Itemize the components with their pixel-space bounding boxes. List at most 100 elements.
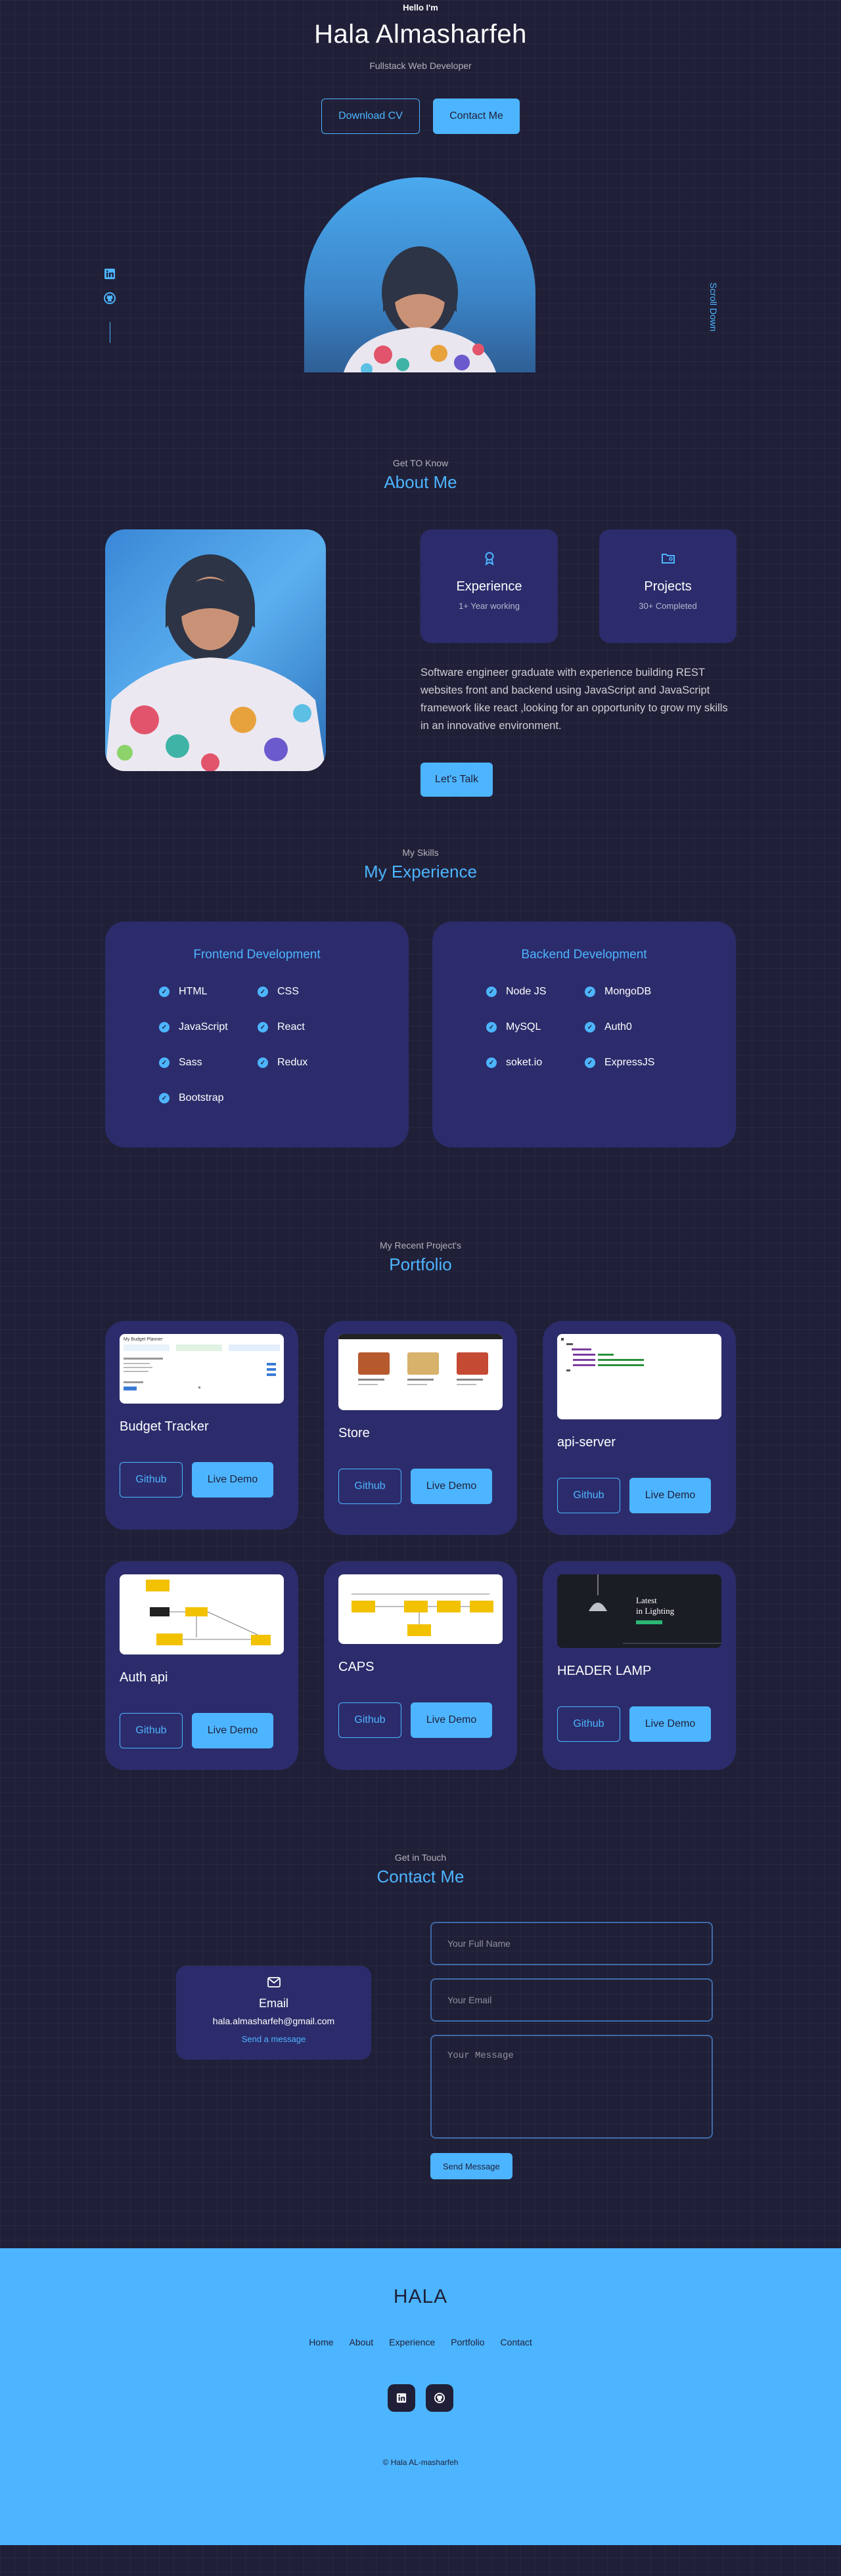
mail-icon [267, 1977, 281, 1988]
check-icon: ✓ [159, 987, 170, 997]
footer-logo[interactable]: HALA [0, 2286, 841, 2308]
download-cv-button[interactable]: Download CV [321, 99, 420, 134]
experience-card-title: Experience [456, 579, 522, 594]
about-title: About Me [384, 472, 457, 492]
experience-card-sub: 1+ Year working [459, 601, 520, 611]
check-icon: ✓ [258, 987, 268, 997]
github-icon[interactable] [104, 292, 116, 307]
project-thumbnail: My Budget Planner [120, 1334, 284, 1404]
github-button[interactable]: Github [557, 1478, 620, 1513]
skill-label: Auth0 [604, 1021, 632, 1033]
thumb-lamp-line1: Latest [636, 1595, 657, 1605]
footer-link-portfolio[interactable]: Portfolio [451, 2337, 484, 2347]
contact-title: Contact Me [376, 1867, 465, 1886]
project-title: Auth api [120, 1670, 168, 1685]
skill-label: Redux [277, 1057, 308, 1068]
hero-name: Hala Almasharfeh [314, 20, 527, 49]
skill-item: ✓ soket.io [486, 1057, 585, 1069]
project-title: HEADER LAMP [557, 1664, 652, 1678]
contact-me-button[interactable]: Contact Me [433, 99, 520, 134]
project-actions: Github Live Demo [120, 1713, 284, 1748]
email-input[interactable] [430, 1978, 713, 2022]
live-demo-button[interactable]: Live Demo [411, 1702, 492, 1738]
github-button[interactable]: Github [338, 1469, 401, 1504]
live-demo-button[interactable]: Live Demo [629, 1706, 711, 1742]
live-demo-button[interactable]: Live Demo [192, 1462, 273, 1498]
hero-portrait [304, 177, 535, 372]
project-thumbnail [338, 1334, 503, 1410]
project-title: Budget Tracker [120, 1419, 209, 1434]
portrait-illustration [344, 246, 496, 372]
project-actions: Github Live Demo [338, 1702, 503, 1738]
project-thumbnail [338, 1574, 503, 1644]
about-section: Get TO Know About Me Experience 1+ Year … [0, 411, 841, 847]
hero-social-links [104, 268, 116, 343]
github-button[interactable]: Github [120, 1713, 183, 1748]
send-a-message-link[interactable]: Send a message [176, 2034, 371, 2044]
footer-link-home[interactable]: Home [309, 2337, 333, 2347]
hero-header: Hello I'm Hala Almasharfeh Fullstack Web… [0, 0, 841, 411]
project-card: My Budget Planner Budget Tracker Github … [105, 1321, 298, 1530]
experience-cards: Frontend Development ✓ HTML ✓ CSS ✓ JavaScr… [105, 922, 736, 1147]
projects-card: Projects 30+ Completed [599, 529, 737, 643]
hero-role: Fullstack Web Developer [369, 60, 472, 71]
linkedin-icon[interactable] [104, 268, 116, 283]
contact-content: Email hala.almasharfeh@gmail.com Send a … [105, 1913, 736, 2215]
check-icon: ✓ [159, 1022, 170, 1033]
project-card: CAPS Github Live Demo [324, 1561, 517, 1770]
live-demo-button[interactable]: Live Demo [411, 1469, 492, 1504]
contact-subtitle: Get in Touch [394, 1852, 447, 1863]
contact-section: Get in Touch Contact Me Email hala.almas… [0, 1844, 841, 2248]
message-textarea[interactable] [430, 2035, 713, 2139]
skill-label: HTML [179, 986, 208, 997]
backend-card: Backend Development ✓ Node JS ✓ MongoDB ✓ M… [432, 922, 736, 1147]
experience-subtitle: My Skills [402, 847, 439, 858]
skill-label: CSS [277, 986, 299, 997]
folder-icon [661, 554, 675, 564]
skill-item: ✓ CSS [258, 986, 356, 998]
check-icon: ✓ [159, 1057, 170, 1068]
site-footer: HALA Home About Experience Portfolio Con… [0, 2248, 841, 2545]
project-card: Latest in Lighting HEADER LAMP Github Li… [543, 1561, 736, 1770]
live-demo-button[interactable]: Live Demo [629, 1478, 711, 1513]
footer-github-icon[interactable] [426, 2384, 453, 2412]
footer-link-experience[interactable]: Experience [389, 2337, 435, 2347]
skill-item: ✓ HTML [159, 986, 258, 998]
project-actions: Github Live Demo [557, 1706, 721, 1742]
project-actions: Github Live Demo [120, 1462, 284, 1498]
github-button[interactable]: Github [557, 1706, 620, 1742]
check-icon: ✓ [585, 1022, 595, 1033]
backend-skill-list: ✓ Node JS ✓ MongoDB ✓ MySQL ✓ Auth0 ✓ soket.i… [432, 986, 736, 1069]
project-actions: Github Live Demo [557, 1478, 721, 1513]
full-name-input[interactable] [430, 1922, 713, 1965]
award-icon [485, 552, 493, 566]
project-actions: Github Live Demo [338, 1469, 503, 1504]
github-button[interactable]: Github [338, 1702, 401, 1738]
live-demo-button[interactable]: Live Demo [192, 1713, 273, 1748]
scroll-down-link[interactable]: Scroll Down [708, 282, 719, 332]
skill-label: MySQL [506, 1021, 541, 1033]
check-icon: ✓ [486, 1022, 497, 1033]
footer-link-contact[interactable]: Contact [501, 2337, 532, 2347]
portfolio-grid: My Budget Planner Budget Tracker Github … [105, 1321, 736, 1770]
email-card: Email hala.almasharfeh@gmail.com Send a … [176, 1966, 371, 2060]
footer-link-about[interactable]: About [350, 2337, 374, 2347]
footer-linkedin-icon[interactable] [388, 2384, 415, 2412]
portfolio-section: My Recent Project's Portfolio My Budget … [0, 1240, 841, 1844]
thumb-budget-heading: My Budget Planner [124, 1337, 163, 1342]
hero-cta-group: Download CV Contact Me [0, 99, 841, 134]
project-card: Store Github Live Demo [324, 1321, 517, 1535]
experience-section: My Skills My Experience Frontend Develop… [0, 847, 841, 1240]
experience-card: Experience 1+ Year working [420, 529, 558, 643]
check-icon: ✓ [159, 1093, 170, 1103]
skill-label: JavaScript [179, 1021, 228, 1033]
projects-card-sub: 30+ Completed [639, 601, 697, 611]
hero-greeting: Hello I'm [403, 3, 438, 12]
send-message-button[interactable]: Send Message [430, 2153, 512, 2179]
github-button[interactable]: Github [120, 1462, 183, 1498]
skill-item: ✓ ExpressJS [585, 1057, 683, 1069]
lets-talk-button[interactable]: Let's Talk [420, 763, 493, 797]
check-icon: ✓ [486, 987, 497, 997]
skill-item: ✓ Sass [159, 1057, 258, 1069]
check-icon: ✓ [585, 987, 595, 997]
